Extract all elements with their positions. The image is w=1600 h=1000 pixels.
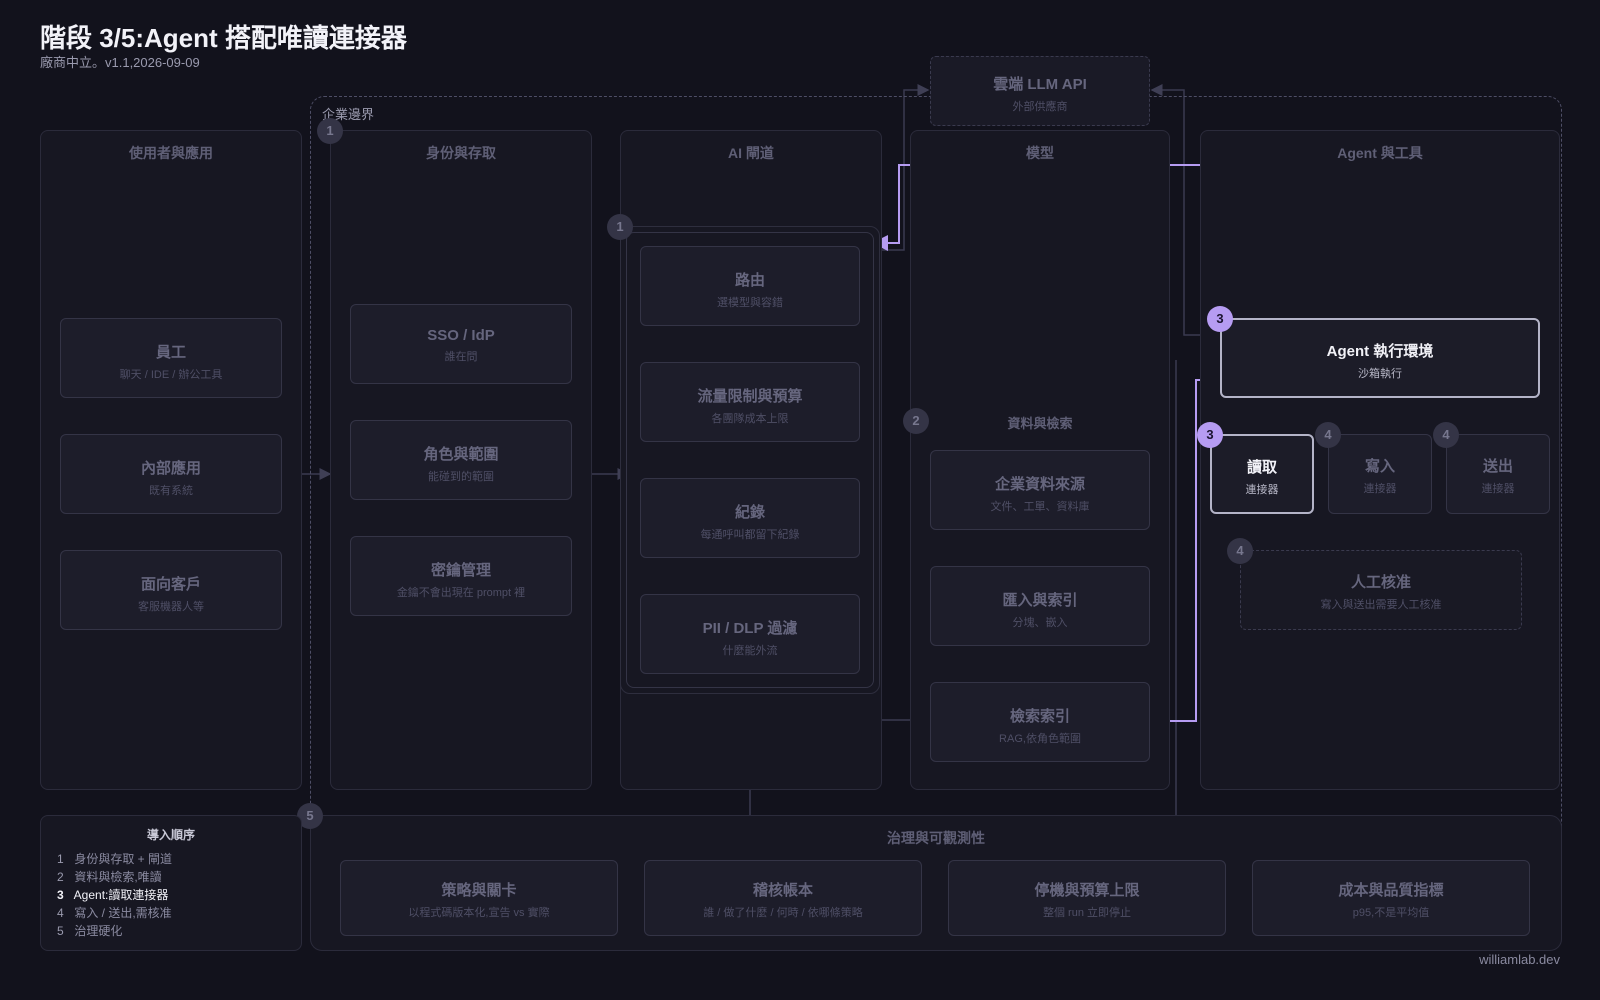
sso-idp-box[interactable]: SSO / IdP 誰在問 — [350, 304, 572, 384]
routing-box[interactable]: 路由 選模型與容錯 — [640, 246, 860, 326]
roles-scopes-box[interactable]: 角色與範圍 能碰到的範圍 — [350, 420, 572, 500]
customer-facing-sub: 客服機器人等 — [138, 601, 204, 613]
read-connector-title: 讀取 — [1246, 459, 1277, 476]
kill-switch-sub: 整個 run 立即停止 — [1042, 907, 1131, 919]
legend-item: 2 資料與檢索,唯讀 — [57, 870, 162, 884]
rate-limit-title: 流量限制與預算 — [697, 388, 803, 405]
lane-users-title: 使用者與應用 — [129, 145, 213, 161]
cloud-llm-api-title: 雲端 LLM API — [993, 76, 1087, 93]
enterprise-data-sub: 文件、工單、資料庫 — [990, 501, 1090, 513]
internal-apps-sub: 既有系統 — [149, 485, 193, 497]
kill-switch-title: 停機與預算上限 — [1034, 882, 1140, 899]
read-connector-sub: 連接器 — [1245, 484, 1279, 496]
sso-idp-sub: 誰在問 — [444, 351, 478, 363]
roles-scopes-sub: 能碰到的範圍 — [428, 471, 494, 483]
legend-item: 4 寫入 / 送出,需核准 — [57, 906, 172, 920]
policy-gates-box[interactable]: 策略與關卡 以程式碼版本化,宣告 vs 實際 — [340, 860, 618, 936]
legend-item: 5 治理硬化 — [57, 924, 123, 938]
customer-facing-title: 面向客戶 — [140, 576, 201, 593]
read-connector-box[interactable]: 讀取 連接器 — [1210, 434, 1314, 514]
internal-apps-title: 內部應用 — [140, 460, 201, 477]
customer-facing-box[interactable]: 面向客戶 客服機器人等 — [60, 550, 282, 630]
policy-gates-title: 策略與關卡 — [441, 882, 517, 899]
rollout-legend: 導入順序 1 身份與存取 + 閘道 2 資料與檢索,唯讀 3 Agent:讀取連… — [40, 815, 302, 951]
audit-ledger-sub: 誰 / 做了什麼 / 何時 / 依哪條策略 — [703, 907, 863, 919]
write-connector-sub: 連接器 — [1363, 483, 1397, 495]
runtime-stage-badge: 3 — [1207, 306, 1233, 332]
enterprise-data-box[interactable]: 企業資料來源 文件、工單、資料庫 — [930, 450, 1150, 530]
cost-quality-sub: p95,不是平均值 — [1352, 907, 1430, 919]
lane-models-title: 模型 — [1026, 145, 1054, 161]
employees-box[interactable]: 員工 聊天 / IDE / 辦公工具 — [60, 318, 282, 398]
rate-limit-sub: 各團隊成本上限 — [711, 413, 789, 425]
secrets-title: 密鑰管理 — [430, 562, 491, 579]
pii-dlp-title: PII / DLP 過濾 — [702, 620, 798, 637]
footer-credit: williamlab.dev — [1479, 952, 1560, 967]
cost-quality-title: 成本與品質指標 — [1338, 882, 1444, 899]
policy-gates-sub: 以程式碼版本化,宣告 vs 實際 — [408, 907, 550, 919]
agent-runtime-sub: 沙箱執行 — [1358, 368, 1402, 380]
ingest-index-box[interactable]: 匯入與索引 分塊、嵌入 — [930, 566, 1150, 646]
agent-runtime-box[interactable]: Agent 執行環境 沙箱執行 — [1220, 318, 1540, 398]
lane-gateway-title: AI 閘道 — [728, 145, 774, 161]
human-approval-title: 人工核准 — [1350, 574, 1411, 591]
employees-title: 員工 — [155, 344, 186, 361]
rate-limit-box[interactable]: 流量限制與預算 各團隊成本上限 — [640, 362, 860, 442]
ingest-index-sub: 分塊、嵌入 — [1012, 617, 1068, 629]
retrieval-index-box[interactable]: 檢索索引 RAG,依角色範圍 — [930, 682, 1150, 762]
cost-quality-box[interactable]: 成本與品質指標 p95,不是平均值 — [1252, 860, 1530, 936]
kill-switch-box[interactable]: 停機與預算上限 整個 run 立即停止 — [948, 860, 1226, 936]
retrieval-index-sub: RAG,依角色範圍 — [999, 733, 1081, 745]
routing-title: 路由 — [734, 272, 765, 289]
ingest-index-title: 匯入與索引 — [1002, 592, 1078, 609]
write-connector-title: 寫入 — [1364, 458, 1395, 475]
cloud-llm-api-box[interactable]: 雲端 LLM API 外部供應商 — [930, 56, 1150, 126]
logging-title: 紀錄 — [734, 504, 765, 521]
send-connector-badge: 4 — [1433, 422, 1459, 448]
gateway-stage-badge: 1 — [607, 214, 633, 240]
data-retrieval-label: 資料與檢索 — [1007, 416, 1073, 431]
sso-idp-title: SSO / IdP — [427, 327, 495, 344]
write-connector-badge: 4 — [1315, 422, 1341, 448]
secrets-sub: 金鑰不會出現在 prompt 裡 — [396, 587, 526, 599]
governance-title: 治理與可觀測性 — [887, 830, 985, 846]
lane-agent-title: Agent 與工具 — [1337, 145, 1423, 161]
human-approval-sub: 寫入與送出需要人工核准 — [1320, 599, 1442, 611]
agent-runtime-title: Agent 執行環境 — [1326, 343, 1434, 360]
audit-ledger-title: 稽核帳本 — [752, 882, 813, 899]
pii-dlp-sub: 什麼能外流 — [722, 645, 778, 657]
legend-title: 導入順序 — [146, 828, 195, 842]
logging-box[interactable]: 紀錄 每通呼叫都留下紀錄 — [640, 478, 860, 558]
pii-dlp-box[interactable]: PII / DLP 過濾 什麼能外流 — [640, 594, 860, 674]
logging-sub: 每通呼叫都留下紀錄 — [700, 529, 800, 541]
enterprise-data-title: 企業資料來源 — [994, 476, 1085, 493]
send-connector-box[interactable]: 送出 連接器 — [1446, 434, 1550, 514]
identity-stage-badge: 1 — [317, 118, 343, 144]
lane-identity-title: 身份與存取 — [426, 145, 496, 161]
legend-item: 3 Agent:讀取連接器 — [57, 888, 169, 902]
routing-sub: 選模型與容錯 — [717, 297, 783, 309]
write-connector-box[interactable]: 寫入 連接器 — [1328, 434, 1432, 514]
legend-item: 1 身份與存取 + 閘道 — [57, 852, 173, 866]
employees-sub: 聊天 / IDE / 辦公工具 — [119, 369, 223, 381]
audit-ledger-box[interactable]: 稽核帳本 誰 / 做了什麼 / 何時 / 依哪條策略 — [644, 860, 922, 936]
send-connector-sub: 連接器 — [1481, 483, 1515, 495]
human-approval-box[interactable]: 人工核准 寫入與送出需要人工核准 — [1240, 550, 1522, 630]
send-connector-title: 送出 — [1482, 458, 1513, 475]
cloud-llm-api-sub: 外部供應商 — [1012, 101, 1068, 113]
internal-apps-box[interactable]: 內部應用 既有系統 — [60, 434, 282, 514]
roles-scopes-title: 角色與範圍 — [423, 446, 499, 463]
read-connector-badge: 3 — [1197, 422, 1223, 448]
retrieval-index-title: 檢索索引 — [1009, 708, 1070, 725]
approval-stage-badge: 4 — [1227, 538, 1253, 564]
secrets-box[interactable]: 密鑰管理 金鑰不會出現在 prompt 裡 — [350, 536, 572, 616]
